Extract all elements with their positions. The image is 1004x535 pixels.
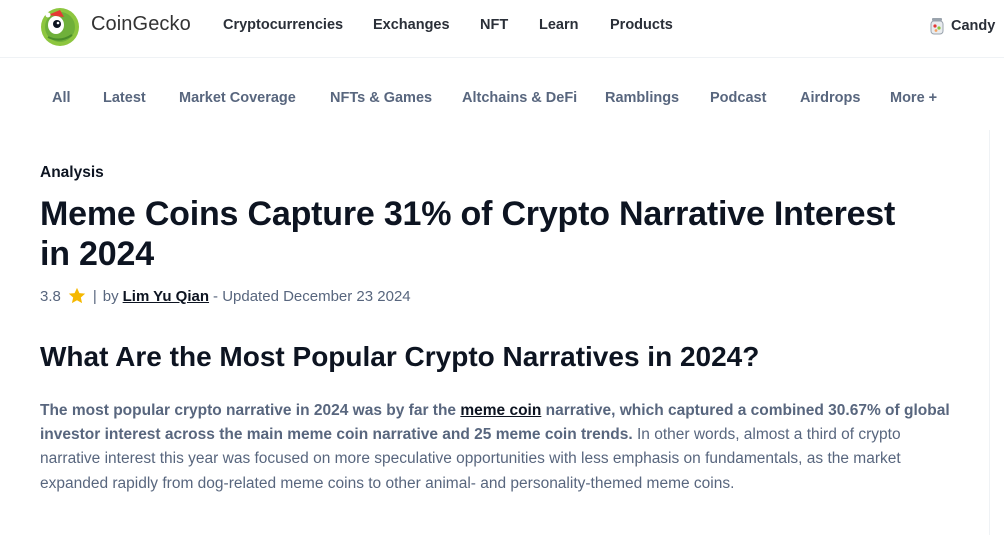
article-paragraph: The most popular crypto narrative in 202…: [40, 399, 955, 496]
top-navbar: CoinGecko Cryptocurrencies Exchanges NFT…: [0, 0, 1004, 58]
updated-date: - Updated December 23 2024: [213, 287, 411, 305]
coingecko-logo[interactable]: [40, 7, 80, 47]
star-icon: [68, 287, 86, 304]
para-bold-a: The most popular crypto narrative in 202…: [40, 402, 461, 419]
section-heading: What Are the Most Popular Crypto Narrati…: [40, 341, 760, 372]
tab-nfts-games[interactable]: NFTs & Games: [330, 90, 432, 106]
tab-market-coverage[interactable]: Market Coverage: [179, 90, 296, 106]
tab-airdrops[interactable]: Airdrops: [800, 90, 860, 106]
author-link[interactable]: Lim Yu Qian: [123, 288, 209, 305]
tab-more[interactable]: More +: [890, 90, 937, 106]
meta-separator: |: [92, 287, 97, 305]
candy-label: Candy: [951, 18, 996, 34]
brand-name[interactable]: CoinGecko: [91, 13, 191, 36]
article-meta: 3.8 | by Lim Yu Qian - Updated December …: [40, 285, 411, 307]
sidebar-divider: [989, 130, 990, 535]
byline-prefix: by: [102, 287, 119, 305]
nav-exchanges[interactable]: Exchanges: [373, 17, 450, 33]
nav-cryptocurrencies[interactable]: Cryptocurrencies: [223, 17, 343, 33]
nav-learn[interactable]: Learn: [539, 17, 579, 33]
nav-nft[interactable]: NFT: [480, 17, 508, 33]
meme-coin-link[interactable]: meme coin: [460, 402, 541, 419]
nav-products[interactable]: Products: [610, 17, 673, 33]
tab-podcast[interactable]: Podcast: [710, 90, 766, 106]
article-title: Meme Coins Capture 31% of Crypto Narrati…: [40, 195, 896, 273]
tab-latest[interactable]: Latest: [103, 90, 146, 106]
tab-altchains-defi[interactable]: Altchains & DeFi: [462, 90, 577, 106]
tab-ramblings[interactable]: Ramblings: [605, 90, 679, 106]
tab-all[interactable]: All: [52, 90, 71, 106]
candy-button[interactable]: Candy: [929, 16, 995, 36]
article-category[interactable]: Analysis: [40, 164, 104, 182]
candy-icon: [930, 18, 944, 35]
rating-value: 3.8: [40, 287, 61, 305]
